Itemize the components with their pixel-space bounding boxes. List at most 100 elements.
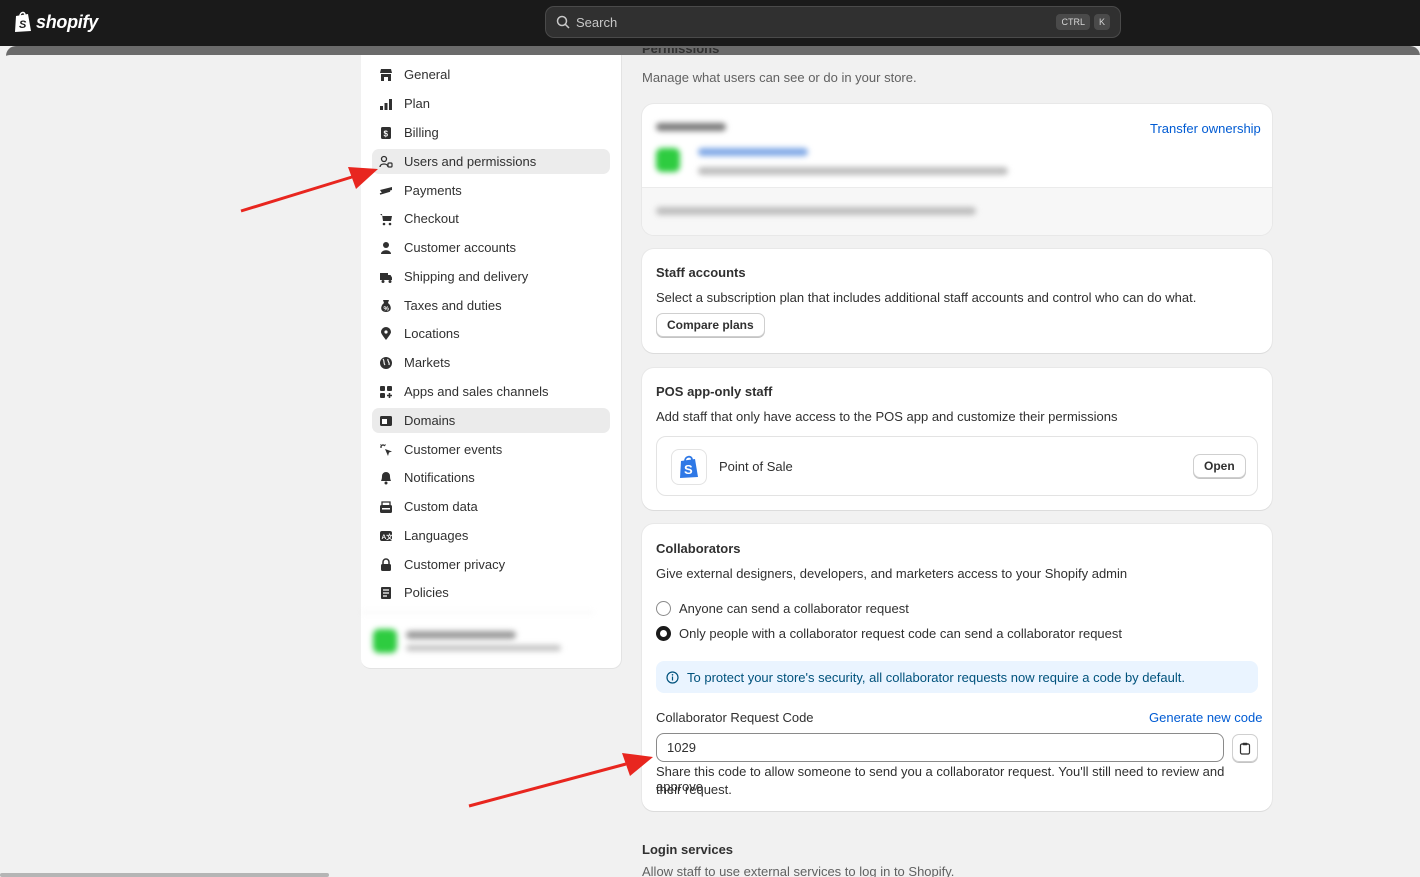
lock-icon [378,557,394,573]
settings-sidebar: General Plan $ Billing Users and permiss… [361,55,622,669]
logo-text: shopify [36,11,98,32]
point-of-sale-label: Point of Sale [719,459,793,474]
collaborators-description: Give external designers, developers, and… [656,566,1128,581]
sidebar-item-notifications[interactable]: Notifications [372,465,610,490]
shopify-bag-icon: S [15,11,31,32]
sidebar-item-customer-privacy[interactable]: Customer privacy [372,552,610,577]
collaborator-code-field[interactable]: 1029 [656,733,1224,762]
sidebar-item-label: Taxes and duties [404,298,502,313]
collaborators-title: Collaborators [656,541,741,556]
sidebar-item-label: Customer privacy [404,557,506,572]
sidebar-item-plan[interactable]: Plan [372,91,610,116]
code-help-text-line1: Share this code to allow someone to send… [656,764,1225,794]
pos-staff-title: POS app-only staff [656,384,773,399]
sidebar-item-label: Customer accounts [404,240,516,255]
sidebar-item-label: Policies [404,585,449,600]
sidebar-item-billing[interactable]: $ Billing [372,120,610,145]
transfer-ownership-link[interactable]: Transfer ownership [1150,121,1261,136]
open-pos-button[interactable]: Open [1193,454,1246,478]
permissions-title: Permissions [642,48,719,62]
users-icon [378,154,394,170]
radio-button-unselected[interactable] [656,601,671,616]
svg-text:A文: A文 [382,532,394,541]
domains-icon [378,413,394,429]
info-icon [666,670,679,684]
plan-chart-icon [378,96,394,112]
truck-icon [378,269,394,285]
sidebar-item-label: Shipping and delivery [404,269,529,284]
collaborator-code-label: Collaborator Request Code [656,710,814,725]
radio-button-selected[interactable] [656,626,671,641]
search-placeholder: Search [576,14,618,30]
language-icon: A文 [378,528,394,544]
sidebar-item-apps-and-sales-channels[interactable]: Apps and sales channels [372,379,610,404]
svg-text:S: S [19,19,27,31]
apps-icon [378,384,394,400]
sidebar-item-shipping-and-delivery[interactable]: Shipping and delivery [372,264,610,289]
security-info-banner: To protect your store's security, all co… [656,661,1258,693]
sidebar-item-label: Customer events [404,442,503,457]
cursor-icon [378,442,394,458]
sidebar-item-label: Locations [404,326,460,341]
bell-icon [378,470,394,486]
store-icon [378,67,394,83]
login-services-title: Login services [642,842,734,857]
sidebar-item-payments[interactable]: Payments [372,178,610,203]
location-icon [378,326,394,342]
sidebar-item-label: Domains [404,413,456,428]
top-bar: S shopify Search CTRL K [0,0,1420,46]
sidebar-item-checkout[interactable]: Checkout [372,206,610,231]
sidebar-item-label: Users and permissions [404,154,537,169]
sidebar-item-languages[interactable]: A文 Languages [372,523,610,548]
search-bar[interactable]: Search CTRL K [545,6,1121,38]
sidebar-item-label: Notifications [404,470,475,485]
shopify-logo[interactable]: S shopify [14,11,98,33]
clipboard-icon [1239,742,1251,755]
banner-text: To protect your store's security, all co… [687,669,1185,685]
sidebar-item-locations[interactable]: Locations [372,321,610,346]
sidebar-item-taxes-and-duties[interactable]: % Taxes and duties [372,293,610,318]
code-help-text-line2: their request. [656,782,732,797]
sidebar-item-users-and-permissions[interactable]: Users and permissions [372,149,610,174]
person-icon [378,240,394,256]
policies-icon [378,585,394,601]
sidebar-item-label: General [404,67,451,82]
permissions-title-text: Permissions [642,48,720,56]
collaborators-card: Collaborators Give external designers, d… [642,524,1272,811]
login-services-subtitle: Allow staff to use external services to … [642,864,955,877]
point-of-sale-icon: S [671,449,707,485]
redacted-text [406,645,561,651]
horizontal-scrollbar[interactable] [0,873,329,877]
radio-code-required[interactable]: Only people with a collaborator request … [656,626,1122,641]
sidebar-user-redacted [361,612,594,668]
billing-icon: $ [378,125,394,141]
sidebar-item-label: Custom data [404,499,478,514]
sidebar-item-domains[interactable]: Domains [372,408,610,433]
sidebar-item-custom-data[interactable]: Custom data [372,494,610,519]
avatar [373,629,397,653]
sidebar-item-label: Checkout [404,211,459,226]
radio-label: Anyone can send a collaborator request [679,601,909,616]
staff-accounts-description: Select a subscription plan that includes… [656,290,1197,305]
redacted-text [406,631,516,639]
shortcut-key-ctrl: CTRL [1056,14,1090,30]
svg-text:S: S [684,462,693,477]
payments-icon [378,183,394,199]
sidebar-item-label: Markets [404,355,451,370]
radio-label: Only people with a collaborator request … [679,626,1122,641]
sidebar-item-label: Payments [404,183,462,198]
staff-accounts-title: Staff accounts [656,265,746,280]
cart-icon [378,211,394,227]
sidebar-item-markets[interactable]: Markets [372,350,610,375]
sidebar-item-customer-events[interactable]: Customer events [372,437,610,462]
sidebar-item-customer-accounts[interactable]: Customer accounts [372,235,610,260]
generate-new-code-link[interactable]: Generate new code [1149,710,1262,725]
sidebar-item-policies[interactable]: Policies [372,580,610,605]
pos-staff-description: Add staff that only have access to the P… [656,409,1118,424]
globe-icon [378,355,394,371]
sidebar-item-general[interactable]: General [372,62,610,87]
staff-accounts-card: Staff accounts Select a subscription pla… [642,249,1272,353]
compare-plans-button[interactable]: Compare plans [656,313,765,337]
radio-anyone-can-request[interactable]: Anyone can send a collaborator request [656,601,909,616]
copy-code-button[interactable] [1232,734,1258,762]
